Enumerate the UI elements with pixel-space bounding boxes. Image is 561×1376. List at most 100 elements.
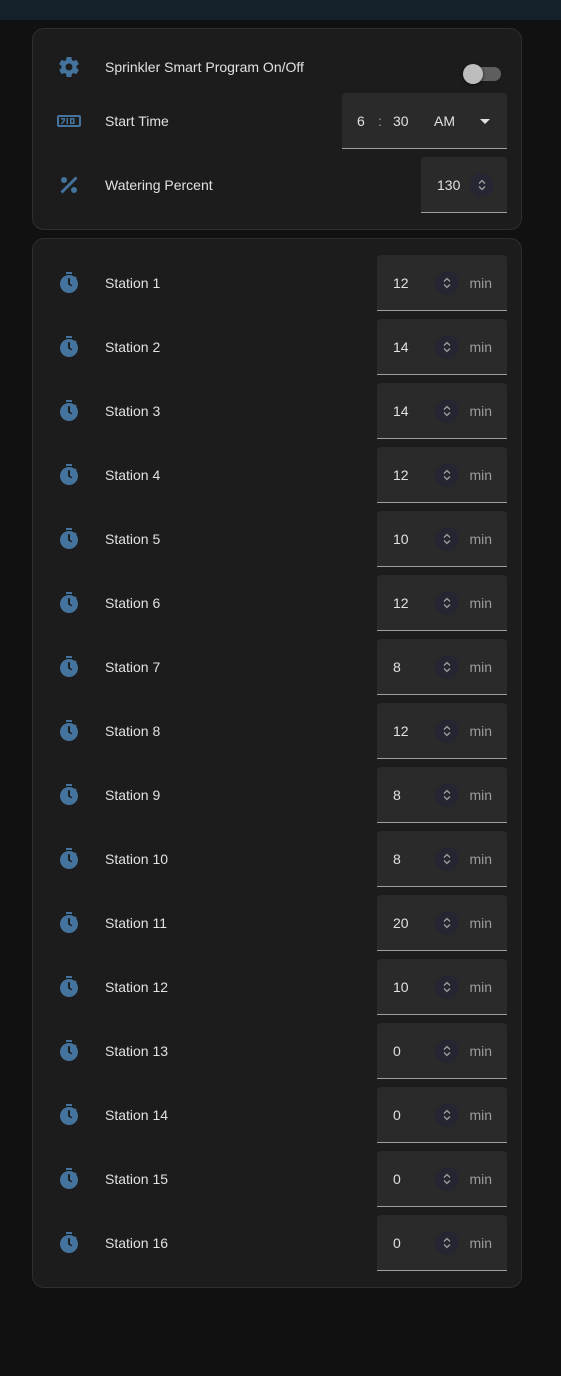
station-label: Station 12 <box>105 979 169 995</box>
spinner-icon[interactable] <box>435 399 459 423</box>
station-minutes-input[interactable]: 14 min <box>377 383 507 439</box>
top-app-bar <box>0 0 561 20</box>
station-minutes-input[interactable]: 0 min <box>377 1151 507 1207</box>
station-minutes-value[interactable]: 10 <box>393 959 409 1015</box>
timer-icon <box>57 911 81 935</box>
station-minutes-input[interactable]: 12 min <box>377 703 507 759</box>
station-minutes-value[interactable]: 0 <box>393 1023 401 1079</box>
station-minutes-input[interactable]: 0 min <box>377 1023 507 1079</box>
station-minutes-value[interactable]: 0 <box>393 1151 401 1207</box>
station-minutes-value[interactable]: 0 <box>393 1215 401 1271</box>
station-minutes-unit: min <box>469 1171 492 1187</box>
station-row-8: Station 8 12 min <box>33 703 521 759</box>
spinner-icon[interactable] <box>435 1167 459 1191</box>
station-minutes-value[interactable]: 12 <box>393 447 409 503</box>
station-row-4: Station 4 12 min <box>33 447 521 503</box>
spinner-icon[interactable] <box>435 719 459 743</box>
station-minutes-value[interactable]: 10 <box>393 511 409 567</box>
station-minutes-unit: min <box>469 723 492 739</box>
start-time-label: Start Time <box>105 113 169 129</box>
station-minutes-value[interactable]: 14 <box>393 319 409 375</box>
start-time-minute[interactable]: 30 <box>393 93 409 149</box>
timer-icon <box>57 1167 81 1191</box>
station-minutes-input[interactable]: 10 min <box>377 511 507 567</box>
station-minutes-input[interactable]: 20 min <box>377 895 507 951</box>
spinner-icon[interactable] <box>435 335 459 359</box>
spinner-icon[interactable] <box>435 911 459 935</box>
station-label: Station 7 <box>105 659 161 675</box>
station-minutes-value[interactable]: 8 <box>393 831 401 887</box>
station-label: Station 4 <box>105 467 161 483</box>
timer-icon <box>57 719 81 743</box>
station-minutes-unit: min <box>469 531 492 547</box>
station-label: Station 1 <box>105 275 161 291</box>
start-time-hour[interactable]: 6 <box>357 93 365 149</box>
station-minutes-value[interactable]: 12 <box>393 255 409 311</box>
spinner-icon[interactable] <box>435 527 459 551</box>
station-label: Station 5 <box>105 531 161 547</box>
timer-icon <box>57 783 81 807</box>
timer-icon <box>57 975 81 999</box>
program-settings-card: Sprinkler Smart Program On/Off Start Tim… <box>32 28 522 230</box>
station-row-15: Station 15 0 min <box>33 1151 521 1207</box>
station-minutes-input[interactable]: 0 min <box>377 1215 507 1271</box>
spinner-icon[interactable] <box>435 463 459 487</box>
station-label: Station 16 <box>105 1235 169 1251</box>
station-minutes-input[interactable]: 8 min <box>377 831 507 887</box>
spinner-icon[interactable] <box>435 271 459 295</box>
station-minutes-input[interactable]: 12 min <box>377 447 507 503</box>
station-row-7: Station 7 8 min <box>33 639 521 695</box>
station-minutes-unit: min <box>469 979 492 995</box>
station-minutes-unit: min <box>469 1043 492 1059</box>
stations-card: Station 1 12 min Station 2 14 min Statio… <box>32 238 522 1288</box>
station-minutes-value[interactable]: 8 <box>393 639 401 695</box>
clock-digital-icon <box>57 109 81 133</box>
station-row-1: Station 1 12 min <box>33 255 521 311</box>
spinner-icon[interactable] <box>435 655 459 679</box>
station-minutes-input[interactable]: 12 min <box>377 575 507 631</box>
station-label: Station 11 <box>105 915 168 931</box>
spinner-icon[interactable] <box>435 847 459 871</box>
gear-icon <box>57 55 81 79</box>
station-minutes-input[interactable]: 14 min <box>377 319 507 375</box>
station-row-2: Station 2 14 min <box>33 319 521 375</box>
percent-icon <box>57 173 81 197</box>
spinner-icon[interactable] <box>470 173 494 197</box>
station-row-6: Station 6 12 min <box>33 575 521 631</box>
station-minutes-input[interactable]: 8 min <box>377 639 507 695</box>
toggle-knob[interactable] <box>463 64 483 84</box>
station-minutes-value[interactable]: 8 <box>393 767 401 823</box>
station-minutes-unit: min <box>469 595 492 611</box>
spinner-icon[interactable] <box>435 1103 459 1127</box>
watering-percent-input[interactable]: 130 <box>421 157 507 213</box>
start-time-input[interactable]: 6 : 30 AM <box>342 93 507 149</box>
station-minutes-unit: min <box>469 659 492 675</box>
spinner-icon[interactable] <box>435 975 459 999</box>
watering-percent-value[interactable]: 130 <box>437 157 460 213</box>
station-minutes-value[interactable]: 12 <box>393 575 409 631</box>
station-minutes-value[interactable]: 14 <box>393 383 409 439</box>
program-toggle-row[interactable]: Sprinkler Smart Program On/Off <box>33 39 521 95</box>
station-label: Station 2 <box>105 339 161 355</box>
station-minutes-input[interactable]: 12 min <box>377 255 507 311</box>
spinner-icon[interactable] <box>435 783 459 807</box>
station-minutes-unit: min <box>469 1107 492 1123</box>
station-minutes-input[interactable]: 8 min <box>377 767 507 823</box>
program-toggle-switch[interactable] <box>463 64 501 84</box>
start-time-ampm[interactable]: AM <box>434 93 455 149</box>
station-minutes-input[interactable]: 10 min <box>377 959 507 1015</box>
timer-icon <box>57 335 81 359</box>
station-minutes-input[interactable]: 0 min <box>377 1087 507 1143</box>
station-row-13: Station 13 0 min <box>33 1023 521 1079</box>
station-minutes-value[interactable]: 20 <box>393 895 409 951</box>
station-minutes-value[interactable]: 0 <box>393 1087 401 1143</box>
spinner-icon[interactable] <box>435 1231 459 1255</box>
timer-icon <box>57 847 81 871</box>
spinner-icon[interactable] <box>435 1039 459 1063</box>
station-minutes-value[interactable]: 12 <box>393 703 409 759</box>
spinner-icon[interactable] <box>435 591 459 615</box>
timer-icon <box>57 1039 81 1063</box>
station-row-3: Station 3 14 min <box>33 383 521 439</box>
chevron-down-icon[interactable] <box>480 119 490 124</box>
station-row-12: Station 12 10 min <box>33 959 521 1015</box>
